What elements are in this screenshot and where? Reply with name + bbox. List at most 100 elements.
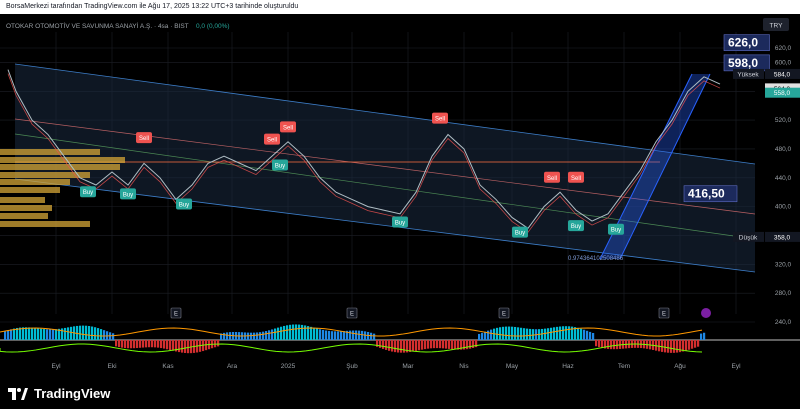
signal-buy[interactable]: Buy <box>392 216 408 228</box>
indicator-bar-down <box>130 340 133 349</box>
indicator-bar-up <box>229 332 232 340</box>
signal-buy[interactable]: Buy <box>120 188 136 200</box>
indicator-bar-up <box>484 331 487 340</box>
indicator-bar-up <box>13 328 16 340</box>
indicator-bar-up <box>253 332 256 340</box>
indicator-bar-up <box>367 331 370 340</box>
indicator-bar-up <box>499 327 502 340</box>
price-tag-value: 358,0 <box>774 234 791 241</box>
indicator-bar-down <box>430 340 433 349</box>
indicator-bar-down <box>421 340 424 350</box>
indicator-bar-down <box>133 340 136 349</box>
indicator-bar-down <box>172 340 175 351</box>
signal-buy[interactable]: Buy <box>512 226 528 238</box>
indicator-bar-down <box>694 340 697 348</box>
indicator-bar-up <box>505 326 508 340</box>
indicator-bar-up <box>316 328 319 340</box>
signal-sell[interactable]: Sell <box>568 171 584 183</box>
footer: TradingView <box>0 380 800 409</box>
indicator-bar-up <box>88 326 91 340</box>
indicator-bar-down <box>187 340 190 354</box>
signal-label: Sell <box>435 117 445 123</box>
indicator-bar-up <box>40 328 43 340</box>
signal-sell[interactable]: Sell <box>280 121 296 133</box>
indicator-bar-down <box>613 340 616 350</box>
indicator-bar-up <box>274 328 277 340</box>
indicator-bar-up <box>301 324 304 340</box>
signal-buy[interactable]: Buy <box>80 186 96 198</box>
indicator-bar-up <box>334 331 337 340</box>
indicator-bar-up <box>523 328 526 340</box>
earnings-marker[interactable]: E <box>346 307 358 319</box>
signal-sell[interactable]: Sell <box>264 133 280 145</box>
signal-buy[interactable]: Buy <box>608 223 624 235</box>
volume-profile-bar <box>0 205 52 211</box>
symbol-change: 0,0 (0,00%) <box>196 23 230 30</box>
indicator-bar-up <box>100 329 103 340</box>
x-tick-label: Eki <box>107 363 116 370</box>
indicator-bar-up <box>49 329 52 340</box>
indicator-bar-up <box>94 327 97 340</box>
indicator-bar-down <box>427 340 430 349</box>
indicator-bar-down <box>142 340 145 348</box>
indicator-bar-up <box>586 330 589 340</box>
indicator-bar-down <box>616 340 619 350</box>
earnings-letter: E <box>174 312 178 318</box>
indicator-bar-up <box>562 326 565 340</box>
volume-profile-bar <box>0 164 120 170</box>
y-tick-label: 620,0 <box>775 45 792 52</box>
indicator-bar-up <box>502 326 505 340</box>
signal-sell[interactable]: Sell <box>544 171 560 183</box>
indicator-bar-up <box>91 326 94 340</box>
lightning-icon[interactable] <box>701 308 711 318</box>
x-tick-label: Eyl <box>731 363 741 370</box>
signal-buy[interactable]: Buy <box>176 198 192 210</box>
indicator-bar-up <box>22 327 25 340</box>
signal-sell[interactable]: Sell <box>136 132 152 144</box>
indicator-bar-down <box>184 340 187 353</box>
x-tick-label: Eyl <box>51 363 61 370</box>
price-chart[interactable]: Sell Sell Sell Sell Sell Sell Buy Buy Buy Buy Buy B… <box>0 14 800 380</box>
indicator-bar-down <box>127 340 130 349</box>
indicator-bar-up <box>322 329 325 340</box>
indicator-bar-down <box>424 340 427 350</box>
signal-buy[interactable]: Buy <box>272 159 288 171</box>
indicator-bar-down <box>148 340 151 348</box>
indicator-bar-up <box>553 327 556 340</box>
price-tag-value: 558,0 <box>774 90 791 97</box>
indicator-bar-down <box>448 340 451 349</box>
volume-profile-bar <box>0 149 100 155</box>
annotation-label: 598,0 <box>728 56 758 70</box>
indicator-bar-up <box>250 332 253 340</box>
signal-label: Buy <box>123 192 133 198</box>
indicator-bar-up <box>517 327 520 340</box>
indicator-bar-up <box>529 328 532 340</box>
fib-ratio-label: 0.9743641025084​86 <box>568 256 624 262</box>
indicator-bar-up <box>289 324 292 340</box>
earnings-marker[interactable]: E <box>170 307 182 319</box>
indicator-bar-down <box>670 340 673 353</box>
indicator-bar-down <box>451 340 454 350</box>
symbol-title: OTOKAR OTOMOTİV VE SAVUNMA SANAYİ A.Ş. ·… <box>6 21 189 30</box>
x-tick-label: Mar <box>402 363 414 370</box>
y-tick-label: 600,0 <box>775 59 792 66</box>
indicator-bar-up <box>478 333 481 340</box>
indicator-bar-up <box>259 332 262 340</box>
indicator-bar-down <box>163 340 166 349</box>
indicator-bar-down <box>139 340 142 348</box>
earnings-marker[interactable]: E <box>498 307 510 319</box>
x-tick-label: Nis <box>459 363 469 370</box>
indicator-bar-up <box>550 327 553 340</box>
signal-buy[interactable]: Buy <box>568 220 584 232</box>
indicator-bar-up <box>583 329 586 340</box>
indicator-bar-up <box>283 325 286 340</box>
signal-label: Buy <box>275 164 285 170</box>
indicator-bar-up <box>361 330 364 340</box>
indicator-bar-up <box>256 332 259 340</box>
tradingview-logo[interactable]: TradingView <box>8 386 110 401</box>
volume-profile-bar <box>0 187 60 193</box>
earnings-marker[interactable]: E <box>658 307 670 319</box>
signal-sell[interactable]: Sell <box>432 112 448 124</box>
chart-header: BorsaMerkezi tarafından TradingView.com … <box>0 0 800 14</box>
indicator-bar-down <box>688 340 691 350</box>
